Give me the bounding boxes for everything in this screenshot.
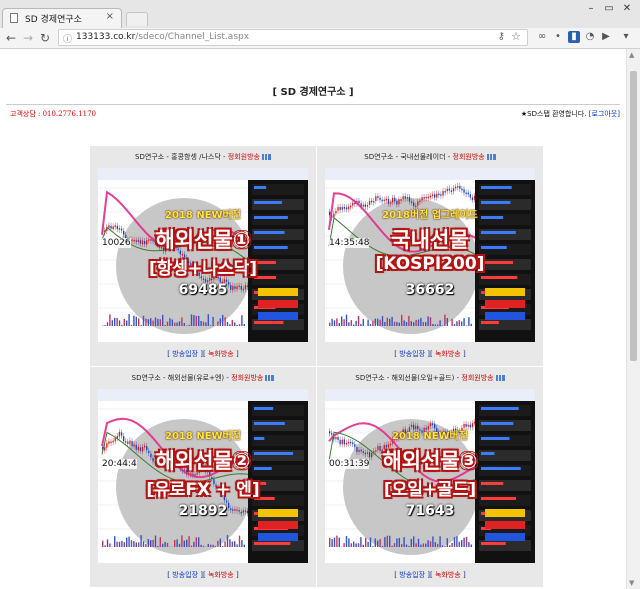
page-viewport: [ SD 경제연구소 ] 고객상담 : 010.2776.1170 ★SD스탭 …	[0, 49, 626, 589]
vertical-scrollbar[interactable]: ▲ ▼	[626, 49, 640, 589]
enter-broadcast-link[interactable]: 방송입장	[172, 571, 198, 579]
tab-title: SD 경제연구소	[25, 15, 82, 25]
live-label: 정회원방송	[231, 374, 264, 382]
close-window-button[interactable]: ✕	[619, 2, 635, 16]
live-broadcast-icon	[495, 375, 505, 381]
channel-links: [ 방송입장 ][ 녹화방송 ]	[167, 350, 239, 358]
enter-broadcast-link[interactable]: 방송입장	[172, 350, 198, 358]
scroll-up-icon[interactable]: ▲	[629, 51, 634, 59]
tab-close-icon[interactable]: ×	[106, 11, 114, 22]
channel-thumbnail[interactable]: 10026 2018 NEW버전 해외선물① [항셍+나스닥] 69485	[98, 168, 308, 342]
new-tab-button[interactable]	[126, 12, 148, 26]
live-broadcast-icon	[265, 375, 275, 381]
live-broadcast-icon	[486, 154, 496, 160]
enter-broadcast-link[interactable]: 방송입장	[399, 571, 425, 579]
channel-links: [ 방송입장 ][ 녹화방송 ]	[167, 571, 239, 579]
recorded-broadcast-link[interactable]: 녹화방송	[435, 571, 461, 579]
live-label: 정회원방송	[461, 374, 494, 382]
recorded-broadcast-link[interactable]: 녹화방송	[208, 350, 234, 358]
url-text[interactable]: 133133.co.kr/sdeco/Channel_List.aspx	[76, 32, 249, 42]
back-arrow-icon[interactable]: ←	[6, 30, 16, 46]
extension-dot-icon[interactable]: •	[552, 31, 564, 43]
extension-arrow-icon[interactable]: ▶	[600, 31, 612, 43]
edition-label: 2018 NEW버전	[392, 431, 468, 442]
customer-contact: 고객상담 : 010.2776.1170	[10, 110, 97, 118]
window-title-bar: SD 경제연구소 × – ▭ ✕	[0, 0, 640, 28]
channel-name: SD연구소 - 해외선물(유로+엔)	[131, 374, 225, 382]
channel-header: SD연구소 - 홍콩항셍 /나스닥 - 정회원방송	[90, 146, 316, 168]
header-divider	[6, 104, 620, 105]
viewer-count: 71643	[405, 503, 455, 519]
channel-sub-title: [항셍+나스닥]	[149, 259, 257, 279]
welcome-message: ★SD스탭 환영합니다. [로그아웃]	[520, 110, 620, 118]
channel-header: SD연구소 - 해외선물(유로+엔) - 정회원방송	[90, 367, 316, 389]
viewer-count: 36662	[405, 282, 455, 298]
viewer-count: 21892	[178, 503, 228, 519]
channel-thumbnail[interactable]: 00:31:39 2018 NEW버전 해외선물③ [오일+골드] 71643	[325, 389, 535, 563]
channel-card: SD연구소 - 국내선물레이더 - 정회원방송 14:35:48 2018버전 업그…	[317, 146, 543, 366]
edition-label: 2018 NEW버전	[165, 210, 241, 221]
recorded-broadcast-link[interactable]: 녹화방송	[208, 571, 234, 579]
channel-thumbnail[interactable]: 14:35:48 2018버전 업그레이드 국내선물 [KOSPI200] 36662	[325, 168, 535, 342]
channel-card: SD연구소 - 홍콩항셍 /나스닥 - 정회원방송 10026 2018 NEW버전…	[90, 146, 316, 366]
key-icon[interactable]: ⚷	[498, 31, 505, 42]
channel-links: [ 방송입장 ][ 녹화방송 ]	[394, 571, 466, 579]
channel-main-title: 해외선물①	[155, 228, 251, 252]
edition-label: 2018버전 업그레이드	[382, 210, 478, 221]
extension-bookmark-icon[interactable]: ▮	[568, 31, 580, 43]
channel-name: SD연구소 - 해외선물(오일+골드)	[355, 374, 455, 382]
info-icon[interactable]: ⓘ	[63, 32, 72, 45]
channel-thumbnail[interactable]: 20:44:4 2018 NEW버전 해외선물② [유로FX + 엔] 21892	[98, 389, 308, 563]
channel-sub-title: [KOSPI200]	[375, 254, 485, 274]
channel-name: SD연구소 - 국내선물레이더	[364, 153, 446, 161]
forward-arrow-icon[interactable]: →	[23, 30, 33, 46]
live-label: 정회원방송	[227, 153, 260, 161]
channel-header: SD연구소 - 해외선물(오일+골드) - 정회원방송	[317, 367, 543, 389]
browser-menu-icon[interactable]: ▾	[620, 31, 632, 43]
channel-main-title: 해외선물③	[382, 449, 478, 473]
maximize-button[interactable]: ▭	[601, 2, 617, 16]
enter-broadcast-link[interactable]: 방송입장	[399, 350, 425, 358]
page-title: [ SD 경제연구소 ]	[272, 87, 354, 98]
channel-main-title: 국내선물	[391, 228, 469, 252]
channel-card: SD연구소 - 해외선물(오일+골드) - 정회원방송 00:31:39 2018 …	[317, 367, 543, 587]
logout-link[interactable]: [로그아웃]	[589, 110, 620, 118]
edition-label: 2018 NEW버전	[165, 431, 241, 442]
channel-card: SD연구소 - 해외선물(유로+엔) - 정회원방송 20:44:4 2018 NE…	[90, 367, 316, 587]
scroll-thumb[interactable]	[630, 71, 637, 361]
reload-icon[interactable]: ↻	[40, 30, 50, 46]
recorded-broadcast-link[interactable]: 녹화방송	[435, 350, 461, 358]
live-label: 정회원방송	[452, 153, 485, 161]
bookmark-star-icon[interactable]: ☆	[511, 30, 521, 43]
address-bar[interactable]: ⓘ 133133.co.kr/sdeco/Channel_List.aspx ⚷…	[58, 29, 528, 46]
extension-person-icon[interactable]: ◔	[584, 31, 596, 43]
extension-binoculars-icon[interactable]: ∞	[536, 31, 548, 43]
channel-sub-title: [유로FX + 엔]	[146, 480, 260, 500]
channel-name: SD연구소 - 홍콩항셍 /나스닥	[135, 153, 221, 161]
scroll-down-icon[interactable]: ▼	[629, 579, 634, 587]
minimize-button[interactable]: –	[583, 2, 599, 16]
channel-sub-title: [오일+골드]	[383, 480, 477, 500]
channel-links: [ 방송입장 ][ 녹화방송 ]	[394, 350, 466, 358]
viewer-count: 69485	[178, 282, 228, 298]
live-broadcast-icon	[261, 154, 271, 160]
browser-tab[interactable]: SD 경제연구소 ×	[2, 8, 122, 28]
channel-header: SD연구소 - 국내선물레이더 - 정회원방송	[317, 146, 543, 168]
browser-toolbar: ← → ↻ ⓘ 133133.co.kr/sdeco/Channel_List.…	[0, 28, 640, 49]
page-favicon-icon	[10, 13, 18, 23]
channel-main-title: 해외선물②	[155, 449, 251, 473]
